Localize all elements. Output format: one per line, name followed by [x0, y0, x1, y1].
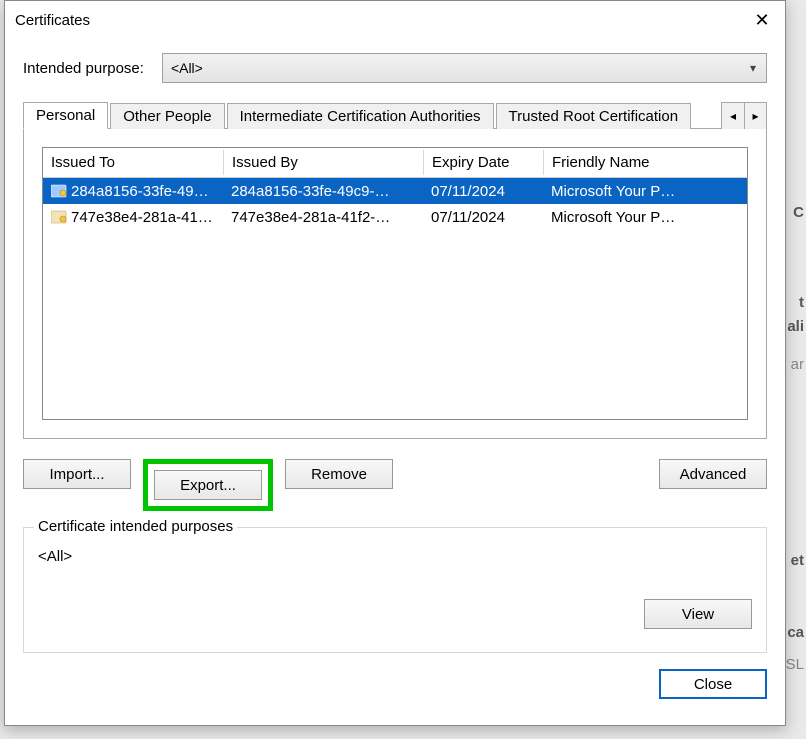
intended-purpose-combo[interactable]: <All> ▾ — [162, 53, 767, 83]
titlebar: Certificates ✕ — [5, 1, 785, 39]
chevron-down-icon: ▾ — [750, 61, 756, 75]
import-button[interactable]: Import... — [23, 459, 131, 489]
listview-rows: 284a8156-33fe-49… 284a8156-33fe-49c9-… 0… — [43, 178, 747, 419]
bg-text-fragment: et — [791, 552, 804, 569]
cell-expiry-date: 07/11/2024 — [423, 207, 543, 228]
column-header-expiry-date[interactable]: Expiry Date — [423, 150, 543, 175]
window-close-button[interactable]: ✕ — [739, 3, 785, 37]
spacer — [405, 459, 647, 511]
cell-issued-by: 284a8156-33fe-49c9-… — [223, 181, 423, 202]
cell-issued-to: 747e38e4-281a-41… — [71, 209, 213, 226]
export-highlight: Export... — [143, 459, 273, 511]
intended-purpose-label: Intended purpose: — [23, 60, 144, 77]
bg-text-fragment: ca — [787, 624, 804, 641]
dialog-body: Intended purpose: <All> ▾ Personal Other… — [5, 39, 785, 725]
certificate-purposes-group: Certificate intended purposes <All> View — [23, 527, 767, 653]
window-title: Certificates — [15, 12, 739, 29]
dialog-footer: Close — [23, 669, 767, 699]
bg-text-fragment: t — [799, 294, 804, 311]
tab-scroll-arrows: ◂ ▸ — [721, 102, 767, 129]
intended-purpose-value: <All> — [171, 60, 203, 76]
tab-personal[interactable]: Personal — [23, 102, 108, 129]
tabs: Personal Other People Intermediate Certi… — [23, 97, 767, 129]
cell-issued-to: 284a8156-33fe-49… — [71, 183, 209, 200]
certificate-icon — [51, 210, 67, 224]
tab-scroll-right-button[interactable]: ▸ — [744, 103, 766, 129]
close-button[interactable]: Close — [659, 669, 767, 699]
export-button[interactable]: Export... — [154, 470, 262, 500]
cell-friendly-name: Microsoft Your P… — [543, 207, 747, 228]
intended-purpose-row: Intended purpose: <All> ▾ — [23, 53, 767, 83]
listview-header: Issued To Issued By Expiry Date Friendly… — [43, 148, 747, 178]
column-header-issued-by[interactable]: Issued By — [223, 150, 423, 175]
column-header-issued-to[interactable]: Issued To — [43, 150, 223, 175]
column-header-friendly-name[interactable]: Friendly Name — [543, 150, 747, 175]
certificates-listview[interactable]: Issued To Issued By Expiry Date Friendly… — [42, 147, 748, 420]
view-button[interactable]: View — [644, 599, 752, 629]
bg-text-fragment: ali — [787, 318, 804, 335]
tab-trusted-root-ca[interactable]: Trusted Root Certification — [496, 103, 692, 129]
cell-issued-by: 747e38e4-281a-41f2-… — [223, 207, 423, 228]
triangle-right-icon: ▸ — [752, 109, 758, 123]
cell-friendly-name: Microsoft Your P… — [543, 181, 747, 202]
tab-panel-personal: Issued To Issued By Expiry Date Friendly… — [23, 129, 767, 439]
viewport: C t ali ar et ca SL Certificates ✕ Inten… — [0, 0, 806, 739]
action-buttons-row: Import... Export... Remove Advanced — [23, 459, 767, 511]
certificate-purposes-value: <All> — [38, 548, 752, 565]
remove-button[interactable]: Remove — [285, 459, 393, 489]
cell-expiry-date: 07/11/2024 — [423, 181, 543, 202]
tab-other-people[interactable]: Other People — [110, 103, 224, 129]
tab-scroll-left-button[interactable]: ◂ — [722, 103, 744, 129]
table-row[interactable]: 747e38e4-281a-41… 747e38e4-281a-41f2-… 0… — [43, 204, 747, 230]
bg-text-fragment: SL — [786, 656, 804, 673]
close-icon: ✕ — [754, 10, 769, 31]
bg-text-fragment: C — [793, 204, 804, 221]
advanced-button[interactable]: Advanced — [659, 459, 767, 489]
background-page-fragments: C t ali ar et ca SL — [786, 0, 806, 739]
group-label: Certificate intended purposes — [34, 518, 237, 535]
tab-strip: Personal Other People Intermediate Certi… — [23, 97, 767, 439]
certificates-dialog: Certificates ✕ Intended purpose: <All> ▾… — [4, 0, 786, 726]
tab-intermediate-ca[interactable]: Intermediate Certification Authorities — [227, 103, 494, 129]
bg-text-fragment: ar — [791, 356, 804, 373]
triangle-left-icon: ◂ — [730, 109, 736, 123]
table-row[interactable]: 284a8156-33fe-49… 284a8156-33fe-49c9-… 0… — [43, 178, 747, 204]
certificate-icon — [51, 184, 67, 198]
